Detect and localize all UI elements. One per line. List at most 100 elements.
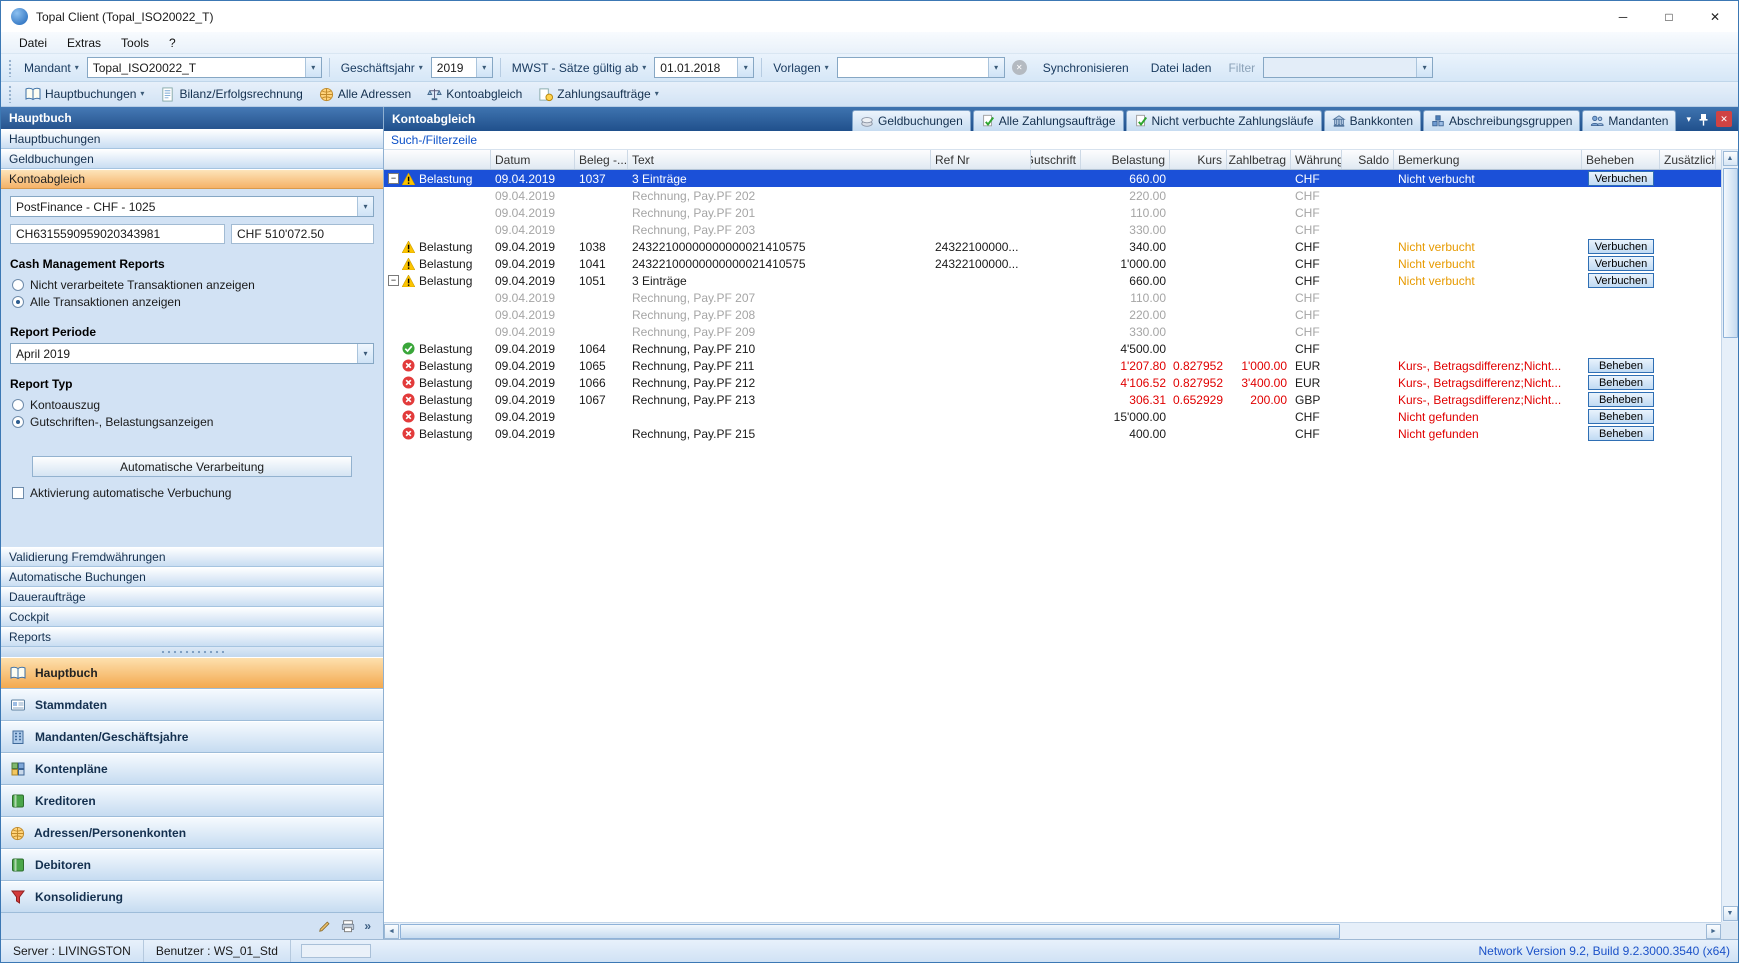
account-select[interactable]: PostFinance - CHF - 1025 ▾: [10, 196, 374, 217]
module-item-konsolidierung[interactable]: Konsolidierung: [1, 881, 383, 913]
splitter-grip[interactable]: [1, 647, 383, 657]
table-row[interactable]: Belastung09.04.201915'000.00CHFNicht gef…: [384, 408, 1721, 425]
pin-icon[interactable]: [1698, 113, 1709, 126]
automatische-verarbeitung-button[interactable]: Automatische Verarbeitung: [32, 456, 352, 477]
tab-bankkonten[interactable]: Bankkonten: [1324, 110, 1421, 131]
iban-field[interactable]: CH6315590959020343981: [10, 224, 225, 244]
horizontal-scrollbar[interactable]: ◄ ►: [384, 922, 1721, 939]
toolbar-grip[interactable]: [8, 59, 13, 77]
scroll-up-icon[interactable]: ▲: [1723, 151, 1738, 166]
table-row[interactable]: 09.04.2019Rechnung, Pay.PF 202220.00CHF: [384, 187, 1721, 204]
menu-item-help[interactable]: ?: [159, 34, 186, 52]
mwst-date-combo[interactable]: 01.01.2018 ▾: [654, 57, 754, 78]
shortcut-kontoabgleich[interactable]: Kontoabgleich: [420, 85, 529, 104]
synchronisieren-button[interactable]: Synchronisieren: [1034, 58, 1138, 78]
table-row[interactable]: Belastung09.04.2019104124322100000000000…: [384, 255, 1721, 272]
beheben-button[interactable]: Beheben: [1588, 392, 1654, 407]
minimize-button[interactable]: ─: [1600, 1, 1646, 32]
mwst-menu-button[interactable]: MWST - Sätze gültig ab ▾: [508, 60, 651, 76]
panel-menu-icon[interactable]: ▾: [1686, 114, 1691, 125]
filter-combo[interactable]: ▾: [1263, 57, 1433, 78]
column-header-text[interactable]: Text: [628, 150, 931, 169]
column-header-indicator[interactable]: [384, 150, 491, 169]
tab-alle-zahlungsauftrage[interactable]: Alle Zahlungsaufträge: [973, 110, 1124, 131]
table-row[interactable]: Belastung09.04.20191065Rechnung, Pay.PF …: [384, 357, 1721, 374]
datei-laden-button[interactable]: Datei laden: [1142, 58, 1221, 78]
pen-icon[interactable]: [318, 919, 332, 933]
radio-alle-transaktionen-anzeigen[interactable]: Alle Transaktionen anzeigen: [12, 295, 374, 309]
mandant-combo[interactable]: Topal_ISO20022_T ▾: [87, 57, 322, 78]
shortcut-hauptbuchungen[interactable]: Hauptbuchungen▾: [18, 84, 151, 104]
beheben-button[interactable]: Beheben: [1588, 426, 1654, 441]
maximize-button[interactable]: □: [1646, 1, 1692, 32]
table-row[interactable]: 09.04.2019Rechnung, Pay.PF 203330.00CHF: [384, 221, 1721, 238]
tab-mandanten[interactable]: Mandanten: [1582, 110, 1676, 131]
expand-collapse-icon[interactable]: −: [388, 173, 399, 184]
tab-nicht-verbuchte-zahlungslaufe[interactable]: Nicht verbuchte Zahlungsläufe: [1126, 110, 1322, 131]
verbuchen-button[interactable]: Verbuchen: [1588, 239, 1654, 254]
module-item-kontenplane[interactable]: Kontenpläne: [1, 753, 383, 785]
scroll-down-icon[interactable]: ▼: [1723, 906, 1738, 921]
balance-field[interactable]: CHF 510'072.50: [231, 224, 374, 244]
module-item-kreditoren[interactable]: Kreditoren: [1, 785, 383, 817]
column-header-zusatzlich[interactable]: Zusätzlich...: [1660, 150, 1716, 169]
tab-abschreibungsgruppen[interactable]: Abschreibungsgruppen: [1423, 110, 1580, 131]
printer-icon[interactable]: [341, 919, 355, 933]
search-filter-row[interactable]: Such-/Filterzeile: [384, 131, 1738, 150]
radio-nicht-verarbeitete-transaktionen-anzeigen[interactable]: Nicht verarbeitete Transaktionen anzeige…: [12, 278, 374, 292]
vorlagen-menu-button[interactable]: Vorlagen ▾: [769, 60, 832, 76]
clear-button[interactable]: ✕: [1012, 60, 1027, 75]
table-row[interactable]: Belastung09.04.20191064Rechnung, Pay.PF …: [384, 340, 1721, 357]
table-row[interactable]: 09.04.2019Rechnung, Pay.PF 209330.00CHF: [384, 323, 1721, 340]
sidebar-item-kontoabgleich[interactable]: Kontoabgleich: [1, 169, 383, 189]
table-row[interactable]: 09.04.2019Rechnung, Pay.PF 207110.00CHF: [384, 289, 1721, 306]
shortcut-zahlungsauftrage[interactable]: Zahlungsaufträge▾: [531, 85, 665, 104]
table-row[interactable]: 09.04.2019Rechnung, Pay.PF 208220.00CHF: [384, 306, 1721, 323]
module-item-debitoren[interactable]: Debitoren: [1, 849, 383, 881]
column-header-zahlbetrag[interactable]: Zahlbetrag: [1227, 150, 1291, 169]
expand-collapse-icon[interactable]: −: [388, 275, 399, 286]
column-header-beleg[interactable]: Beleg -...: [575, 150, 628, 169]
module-item-hauptbuch[interactable]: Hauptbuch: [1, 657, 383, 689]
table-row[interactable]: −Belastung09.04.201910373 Einträge660.00…: [384, 170, 1721, 187]
sidebar-item-reports[interactable]: Reports: [1, 627, 383, 647]
verbuchen-button[interactable]: Verbuchen: [1588, 256, 1654, 271]
geschaeftsjahr-combo[interactable]: 2019 ▾: [431, 57, 493, 78]
scroll-right-icon[interactable]: ►: [1706, 924, 1721, 939]
module-item-adressen-personenkonten[interactable]: Adressen/Personenkonten: [1, 817, 383, 849]
table-row[interactable]: Belastung09.04.2019103824322100000000000…: [384, 238, 1721, 255]
table-row[interactable]: −Belastung09.04.201910513 Einträge660.00…: [384, 272, 1721, 289]
column-header-beheben[interactable]: Beheben: [1582, 150, 1660, 169]
sidebar-item-geldbuchungen[interactable]: Geldbuchungen: [1, 149, 383, 169]
shortcut-alle-adressen[interactable]: Alle Adressen: [312, 85, 418, 104]
vertical-scrollbar[interactable]: ▲ ▼: [1721, 150, 1738, 922]
table-row[interactable]: 09.04.2019Rechnung, Pay.PF 201110.00CHF: [384, 204, 1721, 221]
sidebar-item-cockpit[interactable]: Cockpit: [1, 607, 383, 627]
module-item-mandanten-geschaftsjahre[interactable]: Mandanten/Geschäftsjahre: [1, 721, 383, 753]
menu-item-datei[interactable]: Datei: [9, 34, 57, 52]
mandant-menu-button[interactable]: Mandant ▾: [20, 60, 83, 76]
close-button[interactable]: ✕: [1692, 1, 1738, 32]
table-row[interactable]: Belastung09.04.20191066Rechnung, Pay.PF …: [384, 374, 1721, 391]
beheben-button[interactable]: Beheben: [1588, 409, 1654, 424]
column-header-belastung[interactable]: Belastung: [1081, 150, 1170, 169]
vorlagen-combo[interactable]: ▾: [837, 57, 1005, 78]
module-item-stammdaten[interactable]: Stammdaten: [1, 689, 383, 721]
verbuchen-button[interactable]: Verbuchen: [1588, 171, 1654, 186]
shortcut-bilanz-erfolgsrechnung[interactable]: Bilanz/Erfolgsrechnung: [153, 85, 309, 104]
column-header-saldo[interactable]: Saldo: [1342, 150, 1394, 169]
vertical-scrollbar-thumb[interactable]: [1723, 168, 1738, 338]
radio-kontoauszug[interactable]: Kontoauszug: [12, 398, 374, 412]
column-header-ref-nr[interactable]: Ref Nr: [931, 150, 1031, 169]
sidebar-item-automatische-buchungen[interactable]: Automatische Buchungen: [1, 567, 383, 587]
menu-item-tools[interactable]: Tools: [111, 34, 159, 52]
toolbar-grip[interactable]: [8, 85, 13, 103]
menu-item-extras[interactable]: Extras: [57, 34, 111, 52]
horizontal-scrollbar-thumb[interactable]: [400, 924, 1340, 939]
chevrons-icon[interactable]: »: [364, 919, 371, 933]
beheben-button[interactable]: Beheben: [1588, 375, 1654, 390]
column-header-kurs[interactable]: Kurs: [1170, 150, 1227, 169]
column-header-bemerkung[interactable]: Bemerkung: [1394, 150, 1582, 169]
table-row[interactable]: Belastung09.04.20191067Rechnung, Pay.PF …: [384, 391, 1721, 408]
panel-close-icon[interactable]: ✕: [1716, 111, 1732, 127]
